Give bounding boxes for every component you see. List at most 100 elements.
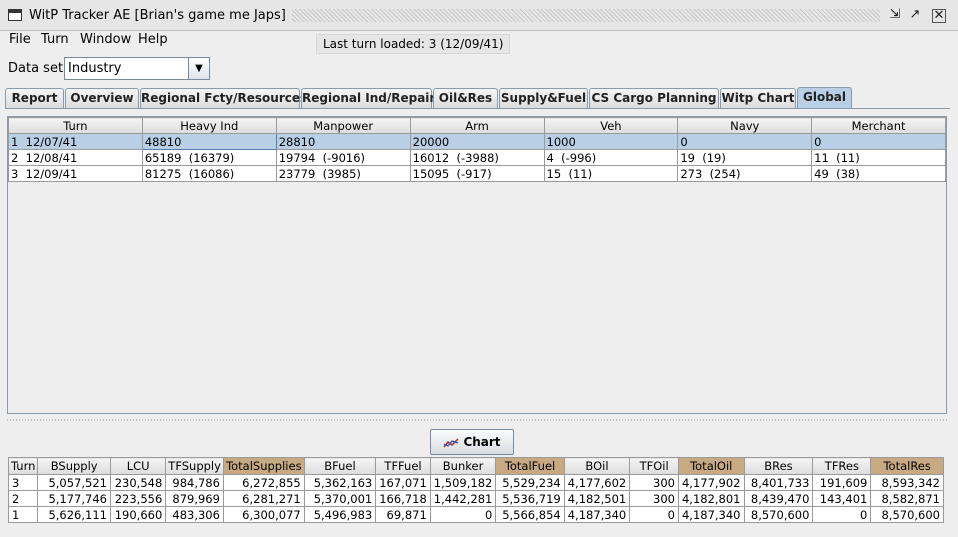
table-cell[interactable]: 23779 (3985) (275, 165, 411, 182)
table-cell[interactable]: 5,057,521 (37, 474, 111, 491)
table-cell[interactable]: 81275 (16086) (141, 165, 277, 182)
table-cell[interactable]: 2 12/08/41 (8, 149, 143, 166)
table-cell[interactable]: 20000 (409, 133, 545, 150)
maximize-icon[interactable]: ↗ (907, 7, 923, 23)
tab-cs-cargo-planning[interactable]: CS Cargo Planning (589, 88, 719, 108)
table-cell[interactable]: 4,177,902 (677, 474, 745, 491)
menu-help[interactable]: Help (138, 32, 168, 47)
column-header-tfsupply[interactable]: TFSupply (165, 457, 224, 475)
table-cell[interactable]: 5,362,163 (303, 474, 377, 491)
table-cell[interactable]: 4,177,602 (563, 474, 631, 491)
column-header-bres[interactable]: BRes (743, 457, 814, 475)
column-header-totalsupplies[interactable]: TotalSupplies (222, 457, 305, 475)
table-cell[interactable]: 0 (629, 506, 679, 523)
table-cell[interactable]: 984,786 (165, 474, 224, 491)
table-cell[interactable]: 5,529,234 (495, 474, 565, 491)
table-cell[interactable]: 300 (629, 490, 679, 507)
table-cell[interactable]: 5,177,746 (37, 490, 111, 507)
table-cell[interactable]: 6,281,271 (222, 490, 305, 507)
table-cell[interactable]: 1000 (543, 133, 679, 150)
column-header-totalres[interactable]: TotalRes (870, 457, 944, 475)
table-row[interactable]: 1 12/07/41 48810 28810 20000 1000 0 0 (8, 133, 946, 150)
column-header-bsupply[interactable]: BSupply (37, 457, 111, 475)
tab-witp-chart[interactable]: Witp Chart (720, 88, 796, 108)
table-cell[interactable]: 879,969 (165, 490, 224, 507)
column-header-turn[interactable]: Turn (8, 117, 143, 134)
column-header-arm[interactable]: Arm (409, 117, 545, 134)
table-cell[interactable]: 167,071 (375, 474, 431, 491)
column-header-navy[interactable]: Navy (677, 117, 813, 134)
tab-regional-fcty-resources[interactable]: Regional Fcty/Resources (140, 88, 307, 108)
table-cell[interactable]: 69,871 (375, 506, 431, 523)
column-header-bunker[interactable]: Bunker (429, 457, 497, 475)
column-header-bfuel[interactable]: BFuel (303, 457, 377, 475)
table-cell[interactable]: 15 (11) (543, 165, 679, 182)
table-row[interactable]: 3 5,057,521 230,548 984,786 6,272,855 5,… (7, 474, 944, 491)
table-cell[interactable]: 8,593,342 (870, 474, 944, 491)
table-cell[interactable]: 5,370,001 (303, 490, 377, 507)
column-header-turn[interactable]: Turn (7, 457, 39, 475)
table-cell[interactable]: 19794 (-9016) (275, 149, 411, 166)
table-cell[interactable]: 19 (19) (677, 149, 813, 166)
table-row[interactable]: 2 12/08/41 65189 (16379) 19794 (-9016) 1… (8, 149, 946, 166)
table-cell[interactable]: 49 (38) (811, 165, 946, 182)
tab-report[interactable]: Report (5, 88, 64, 108)
tab-global[interactable]: Global (797, 87, 852, 109)
minimize-icon[interactable]: ⇲ (887, 7, 903, 23)
tab-regional-ind-repair[interactable]: Regional Ind/Repair (301, 88, 435, 108)
table-cell[interactable]: 2 (7, 490, 39, 507)
column-header-boil[interactable]: BOil (563, 457, 631, 475)
table-cell[interactable]: 1,509,182 (429, 474, 497, 491)
column-header-veh[interactable]: Veh (543, 117, 679, 134)
table-cell[interactable]: 0 (811, 133, 946, 150)
table-cell[interactable]: 191,609 (812, 474, 872, 491)
table-cell[interactable]: 8,570,600 (743, 506, 814, 523)
table-cell[interactable]: 4,182,801 (677, 490, 745, 507)
table-row[interactable]: 1 5,626,111 190,660 483,306 6,300,077 5,… (7, 506, 944, 523)
table-cell[interactable]: 8,582,871 (870, 490, 944, 507)
table-cell[interactable]: 8,439,470 (743, 490, 814, 507)
table-cell[interactable]: 6,300,077 (222, 506, 305, 523)
column-header-tffuel[interactable]: TFFuel (375, 457, 431, 475)
column-header-totaloil[interactable]: TotalOil (677, 457, 745, 475)
table-row[interactable]: 2 5,177,746 223,556 879,969 6,281,271 5,… (7, 490, 944, 507)
table-cell[interactable]: 48810 (141, 133, 277, 150)
table-cell[interactable]: 15095 (-917) (409, 165, 545, 182)
table-cell[interactable]: 4,182,501 (563, 490, 631, 507)
table-cell[interactable]: 16012 (-3988) (409, 149, 545, 166)
menu-turn[interactable]: Turn (41, 32, 69, 47)
table-cell[interactable]: 6,272,855 (222, 474, 305, 491)
menu-window[interactable]: Window (80, 32, 131, 47)
column-header-merchant[interactable]: Merchant (811, 117, 946, 134)
menu-file[interactable]: File (9, 32, 31, 47)
table-cell[interactable]: 5,536,719 (495, 490, 565, 507)
column-header-totalfuel[interactable]: TotalFuel (495, 457, 565, 475)
table-cell[interactable]: 8,401,733 (743, 474, 814, 491)
table-cell[interactable]: 0 (677, 133, 813, 150)
table-cell[interactable]: 143,401 (812, 490, 872, 507)
column-header-manpower[interactable]: Manpower (275, 117, 411, 134)
table-cell[interactable]: 1 (7, 506, 39, 523)
table-cell[interactable]: 3 (7, 474, 39, 491)
table-cell[interactable]: 166,718 (375, 490, 431, 507)
table-row[interactable]: 3 12/09/41 81275 (16086) 23779 (3985) 15… (8, 165, 946, 182)
table-cell[interactable]: 1,442,281 (429, 490, 497, 507)
table-cell[interactable]: 223,556 (109, 490, 167, 507)
table-cell[interactable]: 0 (812, 506, 872, 523)
table-cell[interactable]: 4,187,340 (677, 506, 745, 523)
table-cell[interactable]: 0 (429, 506, 497, 523)
table-cell[interactable]: 5,566,854 (495, 506, 565, 523)
table-cell[interactable]: 273 (254) (677, 165, 813, 182)
table-cell[interactable]: 4 (-996) (543, 149, 679, 166)
table-cell[interactable]: 28810 (275, 133, 411, 150)
close-icon[interactable]: ✕ (932, 9, 946, 23)
split-pane-divider[interactable] (7, 416, 947, 424)
column-header-lcu[interactable]: LCU (109, 457, 167, 475)
dataset-select[interactable]: Industry ▼ (64, 57, 210, 80)
table-cell[interactable]: 11 (11) (811, 149, 946, 166)
table-cell[interactable]: 483,306 (165, 506, 224, 523)
table-cell[interactable]: 65189 (16379) (141, 149, 277, 166)
table-cell[interactable]: 3 12/09/41 (8, 165, 143, 182)
column-header-tfoil[interactable]: TFOil (629, 457, 679, 475)
column-header-tfres[interactable]: TFRes (812, 457, 872, 475)
